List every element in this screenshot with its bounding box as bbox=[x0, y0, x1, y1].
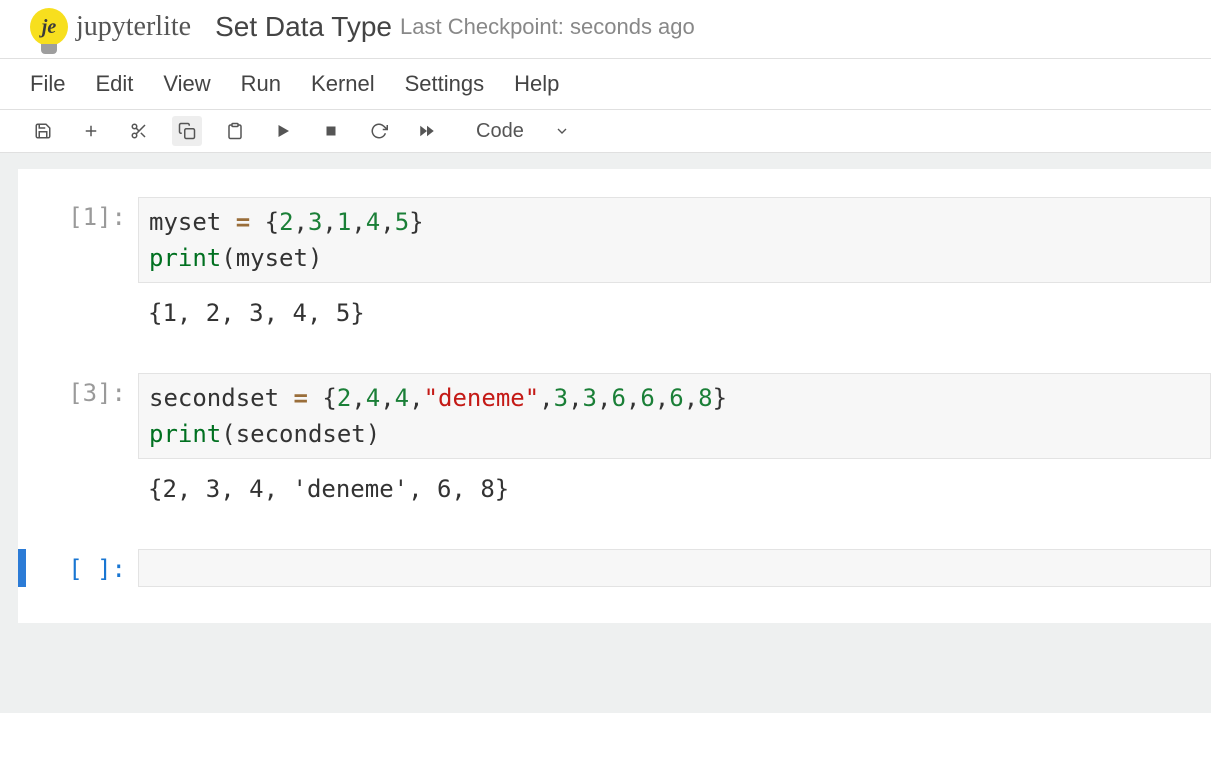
save-icon[interactable] bbox=[28, 116, 58, 146]
restart-icon[interactable] bbox=[364, 116, 394, 146]
cell-prompt: [ ]: bbox=[30, 549, 138, 583]
menu-kernel[interactable]: Kernel bbox=[311, 71, 375, 97]
cell-output: {2, 3, 4, 'deneme', 6, 8} bbox=[138, 465, 519, 519]
menu-settings[interactable]: Settings bbox=[405, 71, 485, 97]
menu-file[interactable]: File bbox=[30, 71, 65, 97]
code-input[interactable]: secondset = {2,4,4,"deneme",3,3,6,6,6,8}… bbox=[138, 373, 1211, 459]
paste-icon[interactable] bbox=[220, 116, 250, 146]
cut-icon[interactable] bbox=[124, 116, 154, 146]
menu-help[interactable]: Help bbox=[514, 71, 559, 97]
notebook-area: [1]:myset = {2,3,1,4,5} print(myset)[1]:… bbox=[0, 153, 1211, 713]
logo-glyph: je bbox=[42, 16, 56, 39]
output-row: [3]:{2, 3, 4, 'deneme', 6, 8} bbox=[18, 465, 1211, 519]
code-input[interactable] bbox=[138, 549, 1211, 587]
stop-icon[interactable] bbox=[316, 116, 346, 146]
add-cell-icon[interactable] bbox=[76, 116, 106, 146]
code-cell[interactable]: [1]:myset = {2,3,1,4,5} print(myset) bbox=[18, 197, 1211, 283]
logo-text: jupyterlite bbox=[76, 11, 191, 43]
run-icon[interactable] bbox=[268, 116, 298, 146]
cell-selection-bar bbox=[18, 197, 26, 283]
menu-run[interactable]: Run bbox=[241, 71, 281, 97]
header: je jupyterlite Set Data Type Last Checkp… bbox=[0, 0, 1211, 59]
cell-prompt: [1]: bbox=[30, 197, 138, 231]
fast-forward-icon[interactable] bbox=[412, 116, 442, 146]
checkpoint-text: Last Checkpoint: seconds ago bbox=[400, 14, 695, 40]
menu-edit[interactable]: Edit bbox=[95, 71, 133, 97]
cell-prompt: [3]: bbox=[30, 373, 138, 407]
toolbar: Code bbox=[0, 110, 1211, 153]
notebook: [1]:myset = {2,3,1,4,5} print(myset)[1]:… bbox=[18, 169, 1211, 623]
cell-selection-bar bbox=[18, 373, 26, 459]
menubar: File Edit View Run Kernel Settings Help bbox=[0, 59, 1211, 110]
cell-type-select[interactable]: Code bbox=[476, 120, 570, 143]
code-input[interactable]: myset = {2,3,1,4,5} print(myset) bbox=[138, 197, 1211, 283]
notebook-title[interactable]: Set Data Type bbox=[215, 11, 392, 43]
logo-bulb-icon: je bbox=[30, 8, 68, 46]
copy-icon[interactable] bbox=[172, 116, 202, 146]
chevron-down-icon bbox=[554, 123, 570, 139]
code-cell[interactable]: [3]:secondset = {2,4,4,"deneme",3,3,6,6,… bbox=[18, 373, 1211, 459]
logo: je jupyterlite bbox=[30, 8, 191, 46]
menu-view[interactable]: View bbox=[163, 71, 210, 97]
output-row: [1]:{1, 2, 3, 4, 5} bbox=[18, 289, 1211, 343]
cell-output: {1, 2, 3, 4, 5} bbox=[138, 289, 375, 343]
code-cell[interactable]: [ ]: bbox=[18, 549, 1211, 587]
cell-type-label: Code bbox=[476, 120, 524, 143]
cell-selection-bar bbox=[18, 549, 26, 587]
